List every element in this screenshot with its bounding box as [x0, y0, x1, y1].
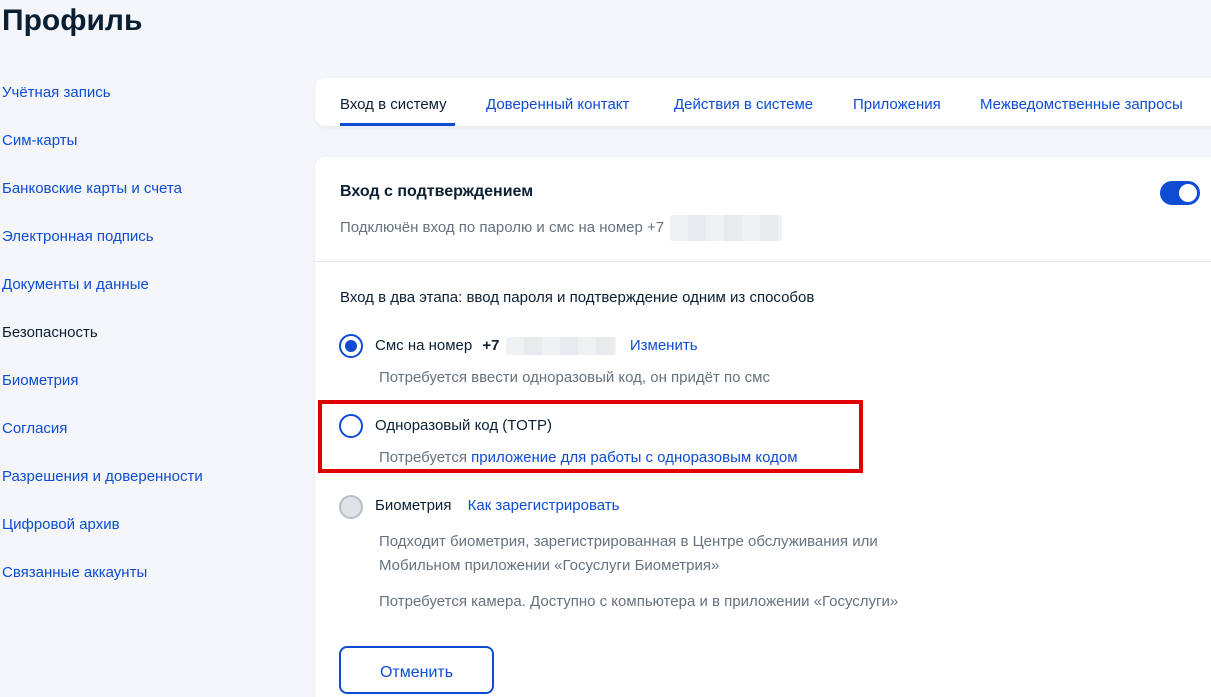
totp-hint: Потребуется приложение для работы с одно… — [379, 449, 798, 466]
sidebar-item-bank-cards[interactable]: Банковские карты и счета — [2, 178, 292, 226]
tab-system-actions[interactable]: Действия в системе — [674, 96, 813, 113]
biometry-hint-line1: Подходит биометрия, зарегистрированная в… — [379, 533, 878, 550]
sms-option-label: Смс на номер +7 Изменить — [375, 337, 698, 356]
biometry-radio[interactable] — [339, 495, 363, 519]
sms-radio[interactable] — [339, 334, 363, 358]
sidebar-item-account[interactable]: Учётная запись — [2, 82, 292, 130]
radio-selected-dot — [345, 340, 357, 352]
totp-label: Одноразовый код (TOTP) — [375, 417, 552, 434]
sms-label: Смс на номер — [375, 337, 473, 354]
biometry-label: Биометрия — [375, 497, 452, 514]
tab-trusted-contact[interactable]: Доверенный контакт — [486, 96, 629, 113]
sidebar-item-digital-archive[interactable]: Цифровой архив — [2, 514, 292, 562]
sidebar-item-linked-accounts[interactable]: Связанные аккаунты — [2, 562, 292, 610]
tab-login[interactable]: Вход в систему — [340, 96, 447, 113]
active-tab-indicator — [340, 123, 455, 126]
tab-interagency-requests[interactable]: Межведомственные запросы — [980, 96, 1183, 113]
totp-radio[interactable] — [339, 414, 363, 438]
biometry-camera-hint: Потребуется камера. Доступно с компьютер… — [379, 593, 899, 610]
sidebar-item-sim-cards[interactable]: Сим-карты — [2, 130, 292, 178]
change-phone-link[interactable]: Изменить — [630, 337, 698, 354]
tabs-bar: Вход в систему Доверенный контакт Действ… — [315, 78, 1211, 126]
sidebar-item-security[interactable]: Безопасность — [2, 322, 292, 370]
sidebar-item-consents[interactable]: Согласия — [2, 418, 292, 466]
page-title: Профиль — [2, 4, 143, 37]
card-subtitle: Подключён вход по паролю и смс на номер … — [340, 215, 783, 241]
sidebar-item-permissions[interactable]: Разрешения и доверенности — [2, 466, 292, 514]
tab-applications[interactable]: Приложения — [853, 96, 941, 113]
sms-hint: Потребуется ввести одноразовый код, он п… — [379, 369, 770, 386]
divider — [315, 261, 1211, 262]
how-to-register-link[interactable]: Как зарегистрировать — [468, 497, 620, 514]
card-title: Вход с подтверждением — [340, 183, 534, 200]
totp-app-link[interactable]: приложение для работы с одноразовым кодо… — [471, 449, 797, 466]
biometry-hint-line2: Мобильном приложении «Госуслуги Биометри… — [379, 557, 720, 574]
redacted-phone — [505, 337, 616, 356]
login-settings-card: Вход с подтверждением Подключён вход по … — [315, 157, 1211, 697]
sidebar-item-documents[interactable]: Документы и данные — [2, 274, 292, 322]
card-subtitle-text: Подключён вход по паролю и смс на номер … — [340, 218, 665, 236]
two-step-toggle[interactable] — [1160, 181, 1200, 205]
cancel-button[interactable]: Отменить — [339, 646, 494, 694]
section-label: Вход в два этапа: ввод пароля и подтверж… — [340, 289, 815, 306]
toggle-knob — [1179, 184, 1197, 202]
sms-phone-prefix: +7 — [482, 337, 500, 354]
sidebar-item-e-signature[interactable]: Электронная подпись — [2, 226, 292, 274]
sidebar-item-biometry[interactable]: Биометрия — [2, 370, 292, 418]
totp-hint-text: Потребуется — [379, 449, 467, 466]
redacted-phone — [670, 215, 783, 241]
biometry-option-label: Биометрия Как зарегистрировать — [375, 497, 619, 514]
sidebar: Учётная запись Сим-карты Банковские карт… — [2, 82, 292, 610]
